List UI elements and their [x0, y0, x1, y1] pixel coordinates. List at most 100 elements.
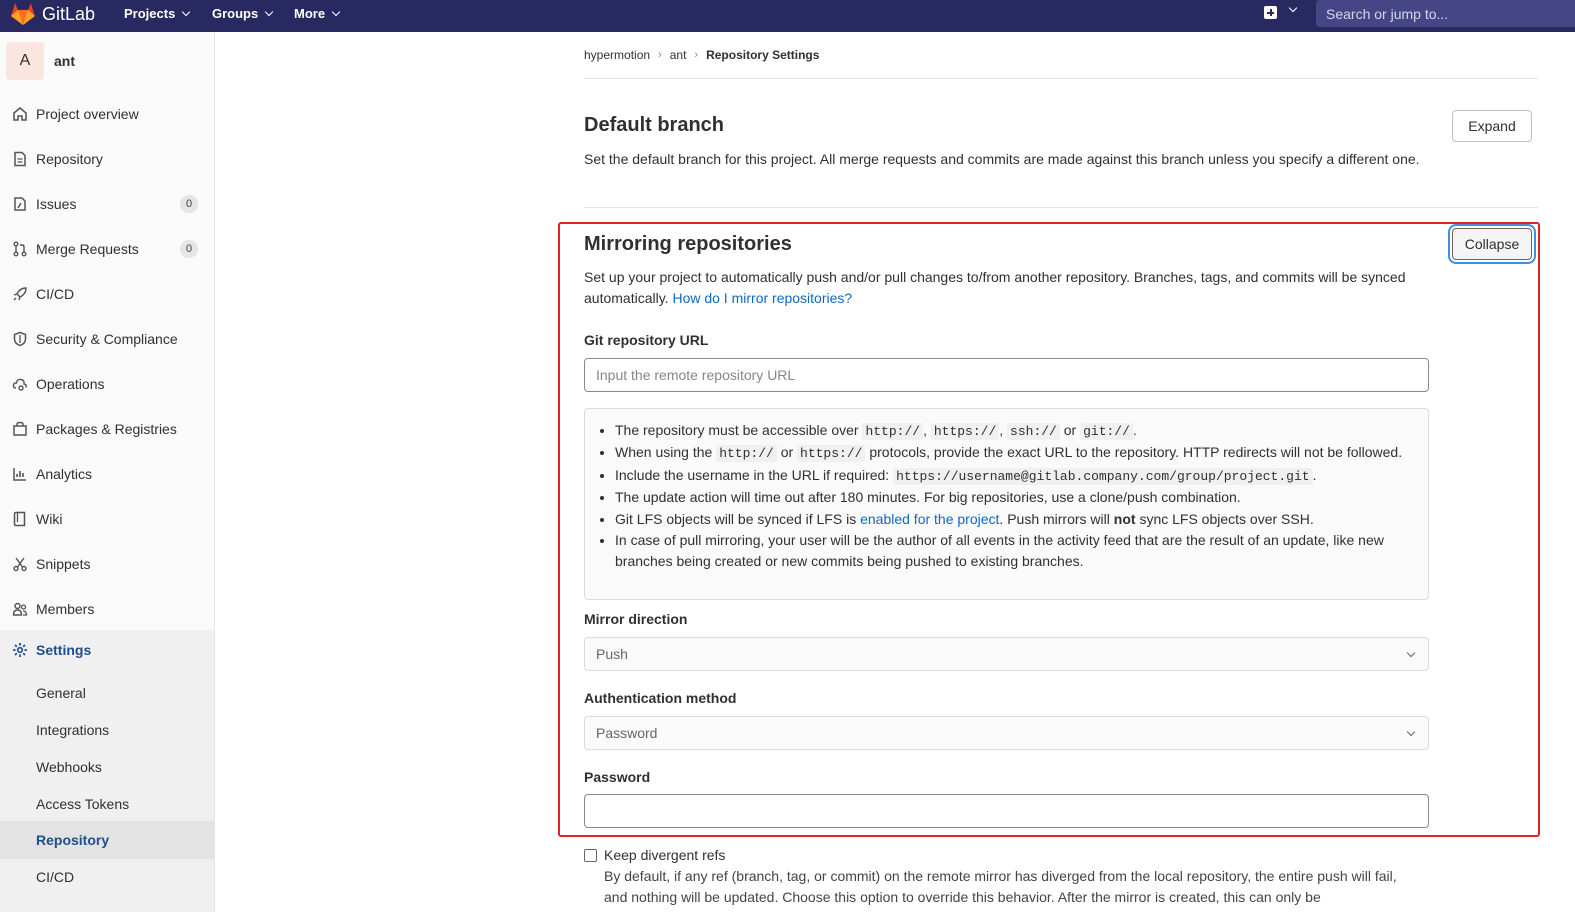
- sidebar-item-label: Packages & Registries: [36, 421, 177, 437]
- merge-requests-count-badge: 0: [180, 240, 198, 258]
- home-icon: [13, 107, 27, 121]
- sidebar-item-issues[interactable]: Issues 0: [0, 186, 214, 222]
- sidebar-item-label: CI/CD: [36, 286, 75, 302]
- sidebar-item-label: Repository: [36, 151, 103, 167]
- sidebar-item-project-overview[interactable]: Project overview: [0, 96, 214, 132]
- sidebar-item-merge-requests[interactable]: Merge Requests 0: [0, 231, 214, 267]
- info-text: or: [780, 444, 794, 461]
- section-divider: [584, 207, 1538, 208]
- info-code: https://: [930, 423, 1000, 440]
- info-text: Include the username in the URL if requi…: [615, 466, 890, 483]
- git-url-input[interactable]: [584, 358, 1429, 392]
- git-url-label: Git repository URL: [584, 332, 709, 348]
- auth-method-value: Password: [596, 725, 658, 741]
- mirror-direction-label: Mirror direction: [584, 611, 688, 627]
- chevron-right-icon: ›: [658, 49, 662, 61]
- settings-sub-repository[interactable]: Repository: [0, 821, 214, 859]
- sidebar-item-members[interactable]: Members: [0, 591, 214, 627]
- password-label: Password: [584, 769, 651, 785]
- lfs-enabled-link[interactable]: enabled for the project: [860, 511, 999, 527]
- info-code: http://: [716, 445, 777, 463]
- keep-divergent-refs-help: By default, if any ref (branch, tag, or …: [604, 868, 1397, 905]
- info-text: sync LFS objects over SSH.: [1139, 510, 1314, 527]
- scissors-icon: [13, 557, 27, 572]
- book-icon: [13, 511, 26, 527]
- info-code: https://username@gitlab.company.com/grou…: [893, 467, 1313, 485]
- rocket-icon: [13, 287, 27, 301]
- info-item: When using the http:// or https:// proto…: [615, 442, 1416, 464]
- sidebar-item-label: Merge Requests: [36, 241, 139, 257]
- shield-icon: [13, 331, 27, 347]
- sidebar-item-snippets[interactable]: Snippets: [0, 546, 214, 582]
- mirror-direction-value: Push: [596, 646, 628, 662]
- breadcrumb-divider: [584, 78, 1538, 79]
- nav-projects-label: Projects: [124, 6, 176, 21]
- users-icon: [12, 602, 28, 616]
- sidebar-item-packages[interactable]: Packages & Registries: [0, 411, 214, 447]
- collapse-button[interactable]: Collapse: [1452, 228, 1532, 260]
- mirroring-description: Set up your project to automatically pus…: [584, 267, 1434, 309]
- info-code: http://: [862, 423, 924, 440]
- gitlab-tanuki-icon: [11, 3, 35, 25]
- mirroring-title: Mirroring repositories: [584, 233, 792, 255]
- nav-projects[interactable]: Projects: [124, 6, 191, 21]
- sidebar-item-analytics[interactable]: Analytics: [0, 456, 214, 492]
- mirror-direction-select[interactable]: Push: [584, 637, 1429, 671]
- project-avatar: A: [6, 42, 44, 80]
- breadcrumb-project[interactable]: ant: [670, 48, 687, 62]
- sidebar-item-repository[interactable]: Repository: [0, 141, 214, 177]
- breadcrumb-current[interactable]: Repository Settings: [706, 48, 819, 62]
- info-item: The update action will time out after 18…: [615, 487, 1416, 508]
- gear-icon: [13, 643, 27, 657]
- breadcrumb-group[interactable]: hypermotion: [584, 48, 650, 62]
- chevron-down-icon: [182, 7, 191, 17]
- search-input[interactable]: [1316, 0, 1575, 27]
- sidebar-item-settings[interactable]: Settings: [0, 630, 214, 670]
- sidebar-item-ci-cd[interactable]: CI/CD: [0, 276, 214, 312]
- info-bold: not: [1113, 510, 1136, 527]
- mirror-help-link[interactable]: How do I mirror repositories?: [672, 290, 852, 306]
- sidebar-item-label: Settings: [36, 642, 92, 658]
- auth-method-select[interactable]: Password: [584, 716, 1429, 750]
- keep-divergent-refs-checkbox[interactable]: [584, 849, 597, 862]
- expand-button[interactable]: Expand: [1452, 110, 1532, 142]
- info-item: Git LFS objects will be synced if LFS is…: [615, 509, 1416, 530]
- keep-divergent-refs-label[interactable]: Keep divergent refs: [604, 847, 725, 863]
- nav-more[interactable]: More: [294, 6, 341, 21]
- settings-sub-general[interactable]: General: [0, 675, 214, 711]
- default-branch-description: Set the default branch for this project.…: [584, 151, 1420, 167]
- sidebar-item-operations[interactable]: Operations: [0, 366, 214, 402]
- password-input[interactable]: [584, 794, 1429, 828]
- sidebar-item-label: Security & Compliance: [36, 331, 178, 347]
- sidebar-project-header[interactable]: A ant: [6, 42, 75, 80]
- default-branch-title: Default branch: [584, 114, 725, 136]
- info-text: When using the: [615, 444, 713, 461]
- chevron-down-icon[interactable]: [1288, 3, 1298, 13]
- sidebar-item-label: Issues: [36, 196, 77, 212]
- nav-more-label: More: [294, 6, 326, 21]
- sidebar-item-label: Snippets: [36, 556, 91, 572]
- settings-sub-integrations[interactable]: Integrations: [0, 712, 214, 748]
- info-code: ssh://: [1007, 423, 1060, 440]
- settings-sub-ci-cd[interactable]: CI/CD: [0, 859, 214, 895]
- mirror-info-box: The repository must be accessible over h…: [584, 408, 1429, 600]
- new-item-plus-icon[interactable]: [1264, 6, 1277, 19]
- issues-count-badge: 0: [180, 195, 198, 213]
- sidebar-item-security[interactable]: Security & Compliance: [0, 321, 214, 357]
- info-item: The repository must be accessible over h…: [615, 420, 1416, 442]
- settings-sub-access-tokens[interactable]: Access Tokens: [0, 786, 214, 822]
- info-item: Include the username in the URL if requi…: [615, 465, 1416, 487]
- nav-groups[interactable]: Groups: [212, 6, 274, 21]
- auth-method-label: Authentication method: [584, 690, 737, 706]
- nav-groups-label: Groups: [212, 6, 259, 21]
- cloud-gear-icon: [12, 378, 27, 391]
- info-text: The repository must be accessible over: [615, 422, 859, 438]
- settings-sub-webhooks[interactable]: Webhooks: [0, 749, 214, 785]
- sidebar-item-wiki[interactable]: Wiki: [0, 501, 214, 537]
- top-navbar: GitLab Projects Groups More: [0, 0, 1575, 32]
- info-text: protocols, provide the exact URL to the …: [869, 444, 1403, 461]
- sidebar-item-label: Analytics: [36, 466, 93, 482]
- package-icon: [13, 421, 27, 436]
- gitlab-logo[interactable]: GitLab: [10, 2, 95, 26]
- sidebar-item-label: Project overview: [36, 106, 139, 122]
